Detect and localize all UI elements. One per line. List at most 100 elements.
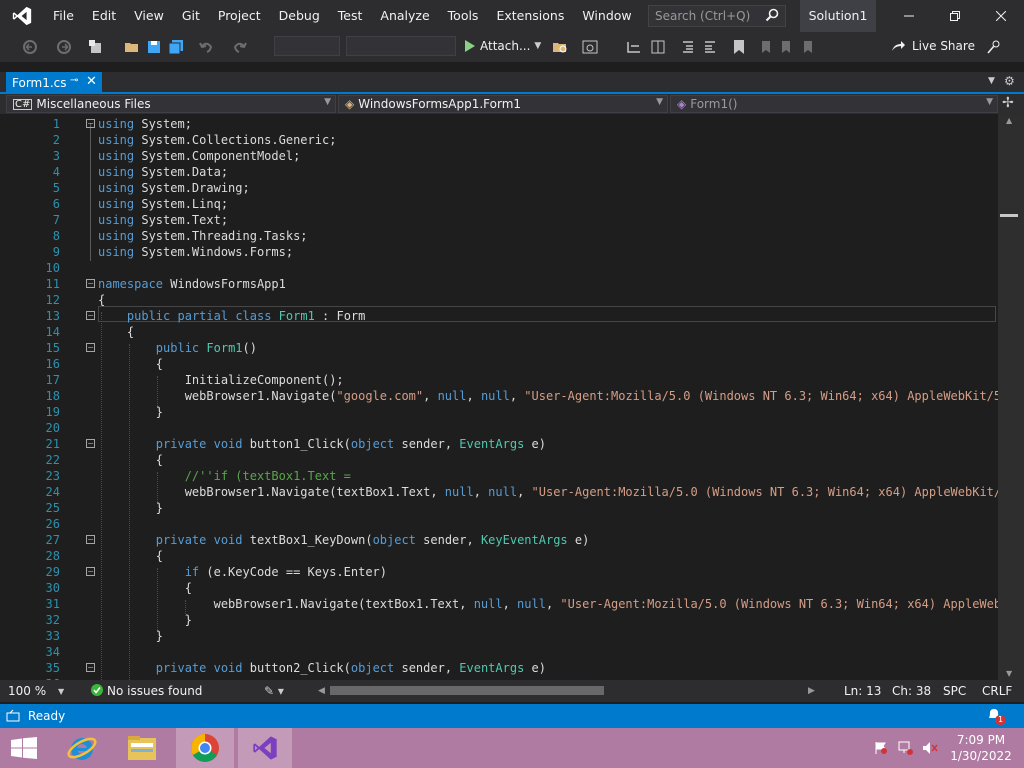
split-window-icon[interactable]: ✢ <box>1002 95 1014 111</box>
tab-overflow-icon[interactable]: ▼ <box>988 76 995 86</box>
browser-icon[interactable] <box>582 37 600 57</box>
line-number[interactable]: Ln: 13 <box>844 684 881 698</box>
code-line: 24 webBrowser1.Navigate(textBox1.Text, n… <box>45 485 998 499</box>
scroll-down-icon[interactable]: ▼ <box>1006 669 1012 678</box>
maximize-button[interactable] <box>932 0 978 32</box>
navigate-forward-icon[interactable] <box>56 37 72 57</box>
scroll-left-icon[interactable]: ◀ <box>318 686 325 696</box>
clock-time: 7:09 PM <box>956 733 1006 747</box>
vertical-scrollbar[interactable]: ▲ ▼ <box>998 114 1024 680</box>
settings-icon[interactable]: ⚙ <box>1004 74 1015 88</box>
solution-configuration-dropdown[interactable] <box>274 36 340 56</box>
previous-bookmark-icon[interactable] <box>756 37 772 57</box>
chevron-down-icon[interactable]: ▼ <box>58 687 64 696</box>
ready-icon <box>6 709 20 726</box>
whitespace-mode[interactable]: SPC <box>943 684 966 698</box>
live-share-button[interactable]: Live Share <box>890 38 975 54</box>
menu-git[interactable]: Git <box>173 0 209 32</box>
step-into-icon[interactable] <box>626 37 642 57</box>
bookmark-icon[interactable] <box>732 37 746 57</box>
horizontal-scroll-thumb[interactable] <box>330 686 604 695</box>
open-file-icon[interactable] <box>124 37 140 57</box>
new-project-icon[interactable] <box>88 37 104 57</box>
play-icon <box>465 40 475 52</box>
attach-label: Attach... <box>480 39 531 53</box>
code-line: 25 } <box>45 501 164 515</box>
collapse-icon[interactable]: − <box>86 311 95 320</box>
menu-extensions[interactable]: Extensions <box>487 0 573 32</box>
notification-count: 1 <box>995 715 1007 725</box>
taskbar-internet-explorer[interactable] <box>56 728 108 768</box>
close-icon[interactable]: ✕ <box>86 74 97 89</box>
solution-name[interactable]: Solution1 <box>800 0 876 32</box>
code-cleanup-icon[interactable]: ✎ ▾ <box>264 684 284 698</box>
menu-view[interactable]: View <box>125 0 173 32</box>
bookmark-window-icon[interactable] <box>650 37 666 57</box>
start-button[interactable] <box>0 728 48 768</box>
attach-button[interactable]: Attach... ▼ <box>464 37 541 55</box>
close-window-button[interactable] <box>978 0 1024 32</box>
solution-platform-dropdown[interactable] <box>346 36 456 56</box>
menu-edit[interactable]: Edit <box>83 0 125 32</box>
system-clock[interactable]: 7:09 PM 1/30/2022 <box>948 732 1014 764</box>
indent-icon[interactable] <box>680 37 696 57</box>
code-line: 14 { <box>45 325 135 339</box>
issues-status[interactable]: No issues found <box>107 684 202 698</box>
scroll-position-marker[interactable] <box>1000 214 1018 217</box>
menu-project[interactable]: Project <box>209 0 270 32</box>
project-dropdown[interactable]: C# Miscellaneous Files ▼ <box>6 95 336 113</box>
code-line: 5 using System.Drawing; <box>52 181 250 195</box>
code-line: 15− public Form1() <box>45 341 257 355</box>
feedback-icon[interactable] <box>986 37 1002 57</box>
member-dropdown-label: Form1() <box>690 97 738 111</box>
menu-window[interactable]: Window <box>573 0 640 32</box>
save-icon[interactable] <box>146 37 162 57</box>
member-dropdown[interactable]: ◈ Form1() ▼ <box>670 95 998 113</box>
menu-file[interactable]: File <box>44 0 83 32</box>
search-input[interactable]: Search (Ctrl+Q) <box>648 5 786 27</box>
collapse-icon[interactable]: − <box>86 567 95 576</box>
undo-icon[interactable] <box>198 37 214 57</box>
network-icon[interactable] <box>896 728 916 768</box>
pin-icon[interactable]: ⊸ <box>70 75 78 86</box>
outdent-icon[interactable] <box>702 37 718 57</box>
code-line: 2 using System.Collections.Generic; <box>52 133 337 147</box>
code-line: 22 { <box>45 453 164 467</box>
collapse-icon[interactable]: − <box>86 119 95 128</box>
code-line: 9 using System.Windows.Forms; <box>52 245 294 259</box>
taskbar-file-explorer[interactable] <box>116 728 168 768</box>
menu-analyze[interactable]: Analyze <box>371 0 438 32</box>
next-bookmark-icon[interactable] <box>778 37 794 57</box>
save-all-icon[interactable] <box>168 37 184 57</box>
code-line: 34 <box>45 645 60 659</box>
find-in-files-icon[interactable] <box>552 37 568 57</box>
scroll-right-icon[interactable]: ▶ <box>808 686 815 696</box>
collapse-icon[interactable]: − <box>86 343 95 352</box>
collapse-icon[interactable]: − <box>86 279 95 288</box>
code-line: 35− private void button2_Click(object se… <box>45 661 546 675</box>
navigate-back-icon[interactable] <box>22 37 38 57</box>
collapse-icon[interactable]: − <box>86 439 95 448</box>
volume-muted-icon[interactable] <box>920 728 940 768</box>
taskbar-visual-studio[interactable] <box>238 728 292 768</box>
taskbar-chrome[interactable] <box>176 728 234 768</box>
code-editor[interactable]: 1− using System; 2 using System.Collection… <box>0 114 998 680</box>
column-number[interactable]: Ch: 38 <box>892 684 931 698</box>
class-dropdown[interactable]: ◈ WindowsFormsApp1.Form1 ▼ <box>338 95 668 113</box>
clear-bookmarks-icon[interactable] <box>800 37 816 57</box>
line-ending[interactable]: CRLF <box>982 684 1012 698</box>
collapse-icon[interactable]: − <box>86 535 95 544</box>
zoom-level[interactable]: 100 % <box>8 684 46 698</box>
menu-test[interactable]: Test <box>329 0 372 32</box>
minimize-button[interactable] <box>886 0 932 32</box>
code-line: 30 { <box>45 581 192 595</box>
collapse-icon[interactable]: − <box>86 663 95 672</box>
code-line: 6 using System.Linq; <box>52 197 229 211</box>
redo-icon[interactable] <box>232 37 248 57</box>
tab-form1-cs[interactable]: Form1.cs ⊸ ✕ <box>6 72 102 94</box>
action-center-flag-icon[interactable] <box>872 728 890 768</box>
menu-tools[interactable]: Tools <box>439 0 488 32</box>
menu-debug[interactable]: Debug <box>270 0 329 32</box>
search-icon[interactable] <box>765 8 779 28</box>
scroll-up-icon[interactable]: ▲ <box>1006 116 1012 125</box>
